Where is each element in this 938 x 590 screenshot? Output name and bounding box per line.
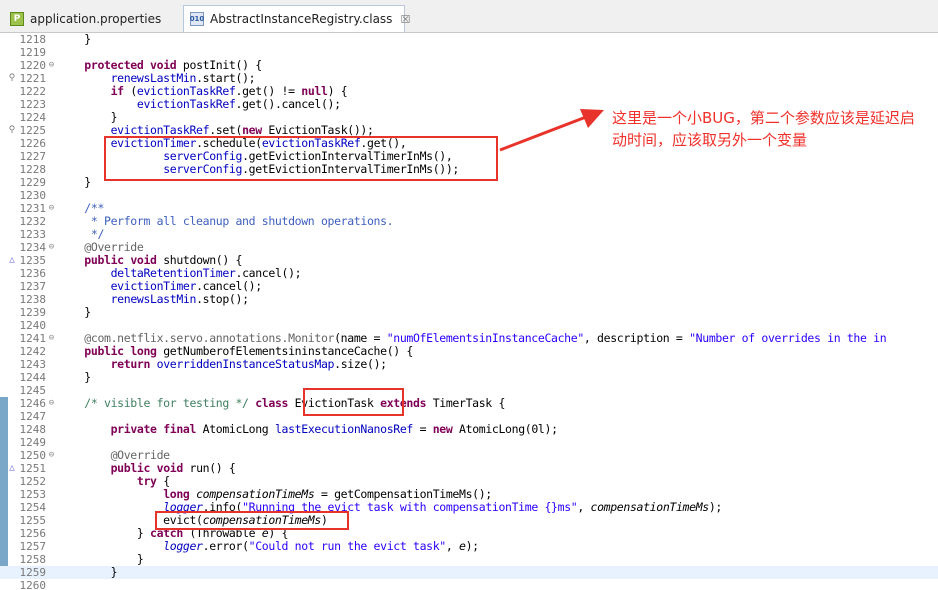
close-icon[interactable]: ☒ <box>400 13 410 26</box>
annotation-line-1: 这里是一个小BUG，第二个参数应该是延迟启 <box>612 109 915 127</box>
annotation-line-2: 动时间，应该取另外一个变量 <box>612 131 808 149</box>
tab-abstract-instance-registry[interactable]: 010 AbstractInstanceRegistry.class ☒ <box>183 5 410 32</box>
properties-file-icon: P <box>10 11 24 26</box>
tab-label: application.properties <box>30 11 162 26</box>
annotation-text: 这里是一个小BUG，第二个参数应该是延迟启 动时间，应该取另外一个变量 <box>612 107 938 151</box>
editor-tab-bar: P application.properties 010 AbstractIns… <box>0 0 938 33</box>
tab-application-properties[interactable]: P application.properties <box>4 5 180 32</box>
tab-label: AbstractInstanceRegistry.class <box>210 12 393 26</box>
class-file-icon: 010 <box>190 12 204 26</box>
